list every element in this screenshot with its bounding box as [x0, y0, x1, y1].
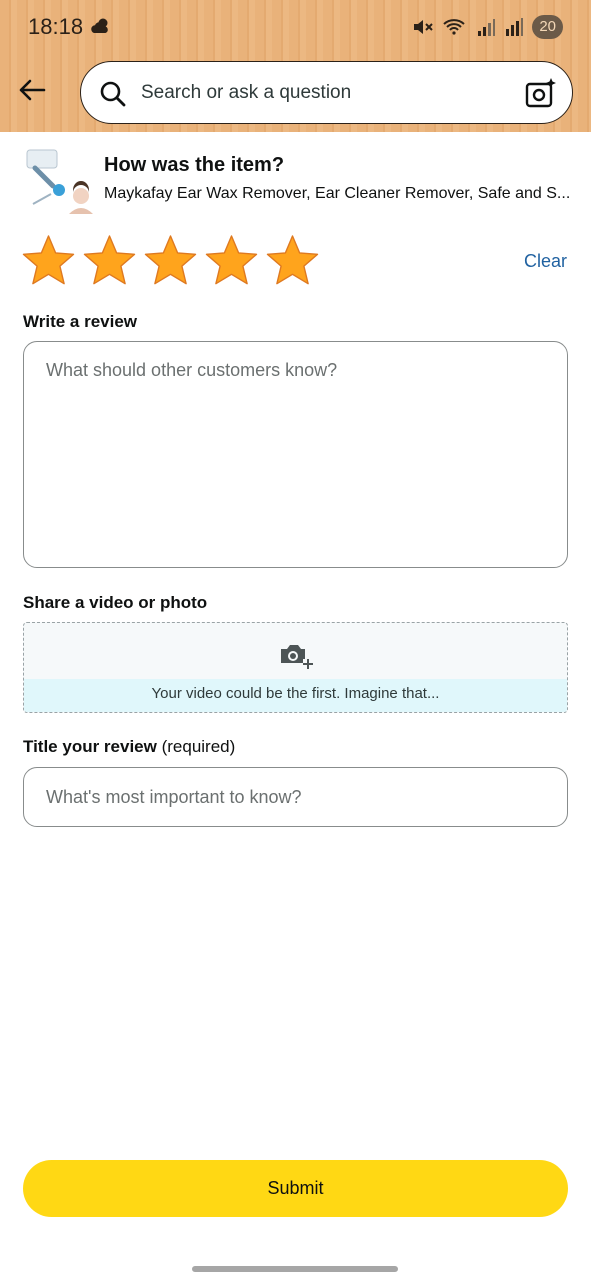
star-rating[interactable] [22, 234, 319, 287]
back-arrow-icon[interactable] [14, 72, 50, 108]
product-thumbnail [23, 146, 93, 214]
search-input[interactable]: Search or ask a question [141, 82, 351, 104]
submit-button[interactable]: Submit [23, 1160, 568, 1217]
signal-icon [478, 19, 496, 36]
review-question: How was the item? [104, 154, 285, 176]
star-icon[interactable] [22, 234, 75, 287]
review-textarea[interactable]: What should other customers know? [23, 341, 568, 568]
review-placeholder: What should other customers know? [46, 360, 338, 380]
title-review-label: Title your review (required) [23, 737, 235, 757]
camera-search-icon[interactable] [524, 76, 558, 110]
add-photo-icon [281, 645, 313, 669]
search-bar[interactable]: Search or ask a question [80, 61, 573, 124]
status-bar: 18:18 20 [0, 0, 591, 54]
star-icon[interactable] [83, 234, 136, 287]
status-time: 18:18 [28, 14, 84, 39]
title-label-required: (required) [156, 737, 236, 756]
media-upload-area[interactable]: Your video could be the first. Imagine t… [23, 622, 568, 713]
home-indicator[interactable] [192, 1266, 398, 1272]
wifi-icon [443, 19, 465, 35]
share-media-label: Share a video or photo [23, 593, 208, 612]
write-review-label: Write a review [23, 312, 138, 331]
clear-rating-link[interactable]: Clear [524, 251, 567, 272]
product-name: Maykafay Ear Wax Remover, Ear Cleaner Re… [104, 185, 571, 202]
title-input[interactable]: What's most important to know? [23, 767, 568, 827]
signal-roaming-icon [506, 18, 524, 36]
search-icon [100, 81, 126, 107]
system-icons: 20 [412, 14, 563, 40]
battery-badge: 20 [532, 15, 563, 39]
star-icon[interactable] [144, 234, 197, 287]
star-icon[interactable] [266, 234, 319, 287]
header-bar: 18:18 20 Search or ask a question [0, 0, 591, 132]
star-icon[interactable] [205, 234, 258, 287]
title-label-main: Title your review [23, 737, 157, 756]
weather-cloud-icon [91, 18, 108, 33]
media-hint: Your video could be the first. Imagine t… [24, 679, 567, 712]
mute-icon [414, 20, 434, 34]
